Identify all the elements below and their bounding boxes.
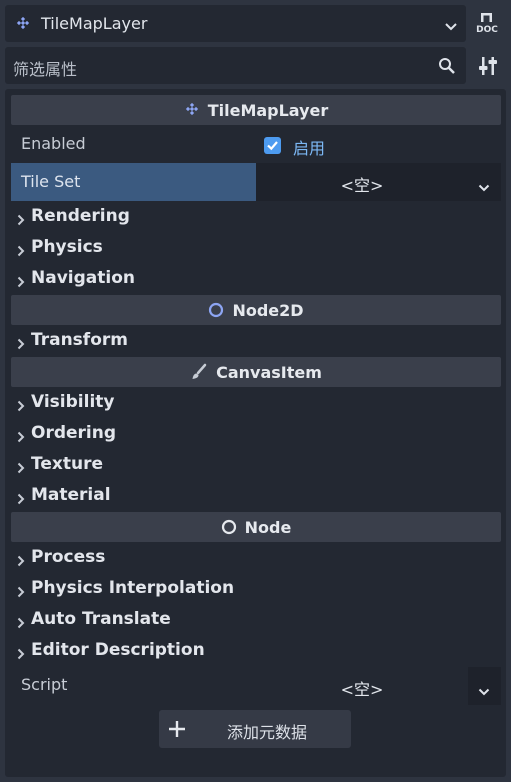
property-label-enabled: Enabled <box>21 134 86 153</box>
chevron-right-icon <box>17 242 25 261</box>
property-tile-set[interactable]: Tile Set <box>11 163 256 201</box>
category-texture[interactable]: Texture <box>11 449 501 480</box>
doc-icon: DOC <box>476 13 498 35</box>
category-material[interactable]: Material <box>11 480 501 511</box>
tile-set-value: <空> <box>340 176 384 195</box>
filter-properties-input[interactable]: 筛选属性 <box>5 47 466 84</box>
category-rendering[interactable]: Rendering <box>11 201 501 232</box>
property-label-tile-set: Tile Set <box>21 172 81 191</box>
category-label: Physics Interpolation <box>31 578 235 598</box>
chevron-right-icon <box>17 459 25 478</box>
section-title: Node2D <box>232 300 304 320</box>
chevron-right-icon <box>17 428 25 447</box>
tilemaplayer-icon <box>15 16 31 35</box>
script-value: <空> <box>340 680 384 699</box>
category-physics[interactable]: Physics <box>11 232 501 263</box>
category-process[interactable]: Process <box>11 542 501 573</box>
node-icon <box>221 519 236 535</box>
filter-placeholder: 筛选属性 <box>13 60 78 79</box>
property-tools-button[interactable] <box>476 54 500 78</box>
chevron-right-icon <box>17 397 25 416</box>
category-navigation[interactable]: Navigation <box>11 263 501 294</box>
category-label: Material <box>31 485 111 505</box>
section-header-node2d: Node2D <box>11 295 501 325</box>
script-resource-picker[interactable]: <空> <box>256 667 468 705</box>
chevron-right-icon <box>17 614 25 633</box>
category-label: Editor Description <box>31 640 205 660</box>
tune-icon <box>479 57 497 75</box>
section-title: Node <box>244 517 292 537</box>
tile-set-resource-picker[interactable]: <空> <box>256 163 468 201</box>
chevron-right-icon <box>17 273 25 292</box>
category-transform[interactable]: Transform <box>11 325 501 356</box>
category-visibility[interactable]: Visibility <box>11 387 501 418</box>
chevron-right-icon <box>17 335 25 354</box>
doc-label: DOC <box>476 25 498 35</box>
enabled-value-label: 启用 <box>293 139 326 158</box>
section-title: TileMapLayer <box>207 100 329 120</box>
category-label: Navigation <box>31 268 135 288</box>
category-label: Visibility <box>31 392 115 412</box>
category-auto-translate[interactable]: Auto Translate <box>11 604 501 635</box>
doc-button[interactable]: DOC <box>474 11 500 35</box>
section-title: CanvasItem <box>216 362 322 382</box>
tilemaplayer-icon <box>185 103 198 116</box>
enabled-checkbox[interactable]: 启用 <box>256 127 501 162</box>
chevron-down-icon <box>478 177 490 196</box>
category-editor-description[interactable]: Editor Description <box>11 635 501 666</box>
chevron-right-icon <box>17 211 25 230</box>
category-label: Physics <box>31 237 103 257</box>
chevron-right-icon <box>17 490 25 509</box>
checkbox-checked-icon <box>264 137 281 154</box>
chevron-down-icon <box>444 17 458 36</box>
tile-set-dropdown-button[interactable] <box>468 163 501 201</box>
category-label: Process <box>31 547 106 567</box>
chevron-right-icon <box>17 552 25 571</box>
category-physics-interpolation[interactable]: Physics Interpolation <box>11 573 501 604</box>
chevron-right-icon <box>17 583 25 602</box>
script-dropdown-button[interactable] <box>468 667 501 705</box>
category-label: Texture <box>31 454 103 474</box>
category-label: Transform <box>31 330 128 350</box>
section-header-canvasitem: CanvasItem <box>11 357 501 387</box>
section-header-node: Node <box>11 512 501 542</box>
category-label: Ordering <box>31 423 117 443</box>
node2d-icon <box>209 302 224 318</box>
plus-icon <box>167 719 187 743</box>
brush-icon <box>192 363 207 379</box>
property-label-script: Script <box>21 675 68 694</box>
category-ordering[interactable]: Ordering <box>11 418 501 449</box>
chevron-right-icon <box>17 645 25 664</box>
add-metadata-label: 添加元数据 <box>227 723 308 742</box>
node-type-selector[interactable]: TileMapLayer <box>5 5 466 42</box>
node-type-title: TileMapLayer <box>41 14 148 33</box>
chevron-down-icon <box>478 681 490 700</box>
add-metadata-button[interactable]: 添加元数据 <box>159 710 351 748</box>
category-label: Rendering <box>31 206 130 226</box>
category-label: Auto Translate <box>31 609 171 629</box>
search-icon <box>438 57 456 79</box>
section-header-tilemaplayer: TileMapLayer <box>11 95 501 125</box>
